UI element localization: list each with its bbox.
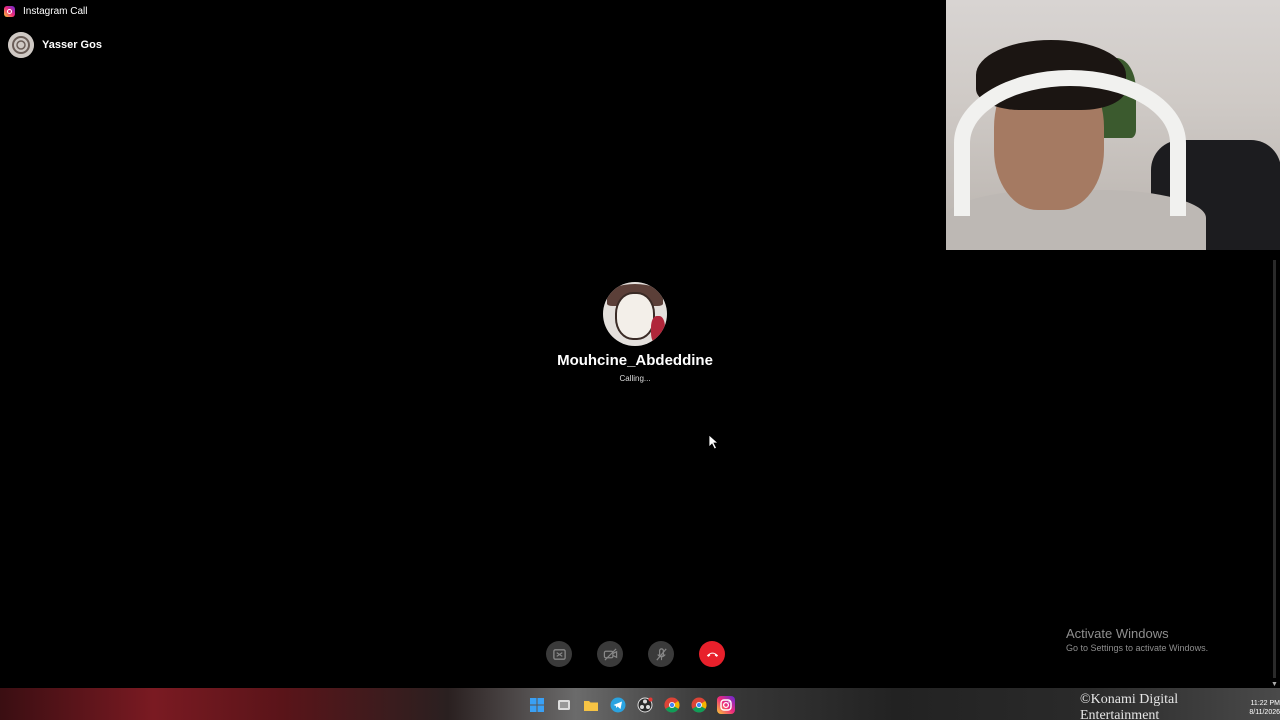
switch-view-button[interactable] [546, 641, 572, 667]
self-avatar [8, 32, 34, 58]
clock-time: 11:22 PM [1250, 700, 1280, 707]
camera-off-icon [603, 647, 617, 661]
switch-view-icon [552, 648, 566, 660]
callee-name: Mouhcine_Abdeddine [557, 352, 713, 369]
activate-subtitle: Go to Settings to activate Windows. [1066, 643, 1209, 653]
taskbar: ©Konami Digital Entertainment 11:22 PM 8… [0, 688, 1280, 720]
self-user: Yasser Gos [8, 32, 102, 58]
callee-panel: Mouhcine_Abdeddine Calling... [0, 282, 1270, 383]
headphones [954, 70, 1186, 216]
self-video-preview[interactable] [946, 0, 1280, 250]
activate-windows-watermark: Activate Windows Go to Settings to activ… [1066, 626, 1208, 653]
title-bar: Instagram Call [0, 0, 946, 22]
file-explorer-icon[interactable] [582, 696, 600, 714]
activate-title: Activate Windows [1066, 626, 1169, 641]
instagram-icon [4, 5, 15, 17]
mic-toggle-button[interactable] [648, 641, 674, 667]
call-status: Calling... [619, 374, 651, 383]
chrome-icon[interactable] [690, 696, 708, 714]
end-call-button[interactable] [699, 641, 725, 667]
telegram-icon[interactable] [609, 696, 627, 714]
call-controls [546, 641, 725, 667]
clock-date: 8/11/2026 [1249, 709, 1280, 716]
window-title: Instagram Call [23, 5, 88, 17]
taskbar-apps [528, 696, 735, 714]
scroll-down-arrow-icon[interactable]: ▼ [1271, 681, 1278, 688]
end-call-icon [706, 652, 718, 657]
mic-off-icon [655, 647, 667, 661]
task-view-icon[interactable] [555, 696, 573, 714]
system-tray: ©Konami Digital Entertainment 11:22 PM 8… [1080, 692, 1280, 720]
camera-toggle-button[interactable] [597, 641, 623, 667]
scroll-track[interactable] [1273, 260, 1276, 678]
callee-avatar [603, 282, 667, 346]
vertical-scrollbar[interactable]: ▼ [1270, 250, 1280, 688]
windows-start-icon[interactable] [528, 696, 546, 714]
self-name: Yasser Gos [42, 39, 102, 51]
instagram-icon[interactable] [717, 696, 735, 714]
wallpaper-copyright: ©Konami Digital Entertainment [1080, 692, 1179, 720]
mouse-cursor-icon [708, 434, 720, 450]
system-clock[interactable]: 11:22 PM 8/11/2026 [1249, 699, 1280, 717]
chrome-icon[interactable] [663, 696, 681, 714]
obs-icon[interactable] [636, 696, 654, 714]
